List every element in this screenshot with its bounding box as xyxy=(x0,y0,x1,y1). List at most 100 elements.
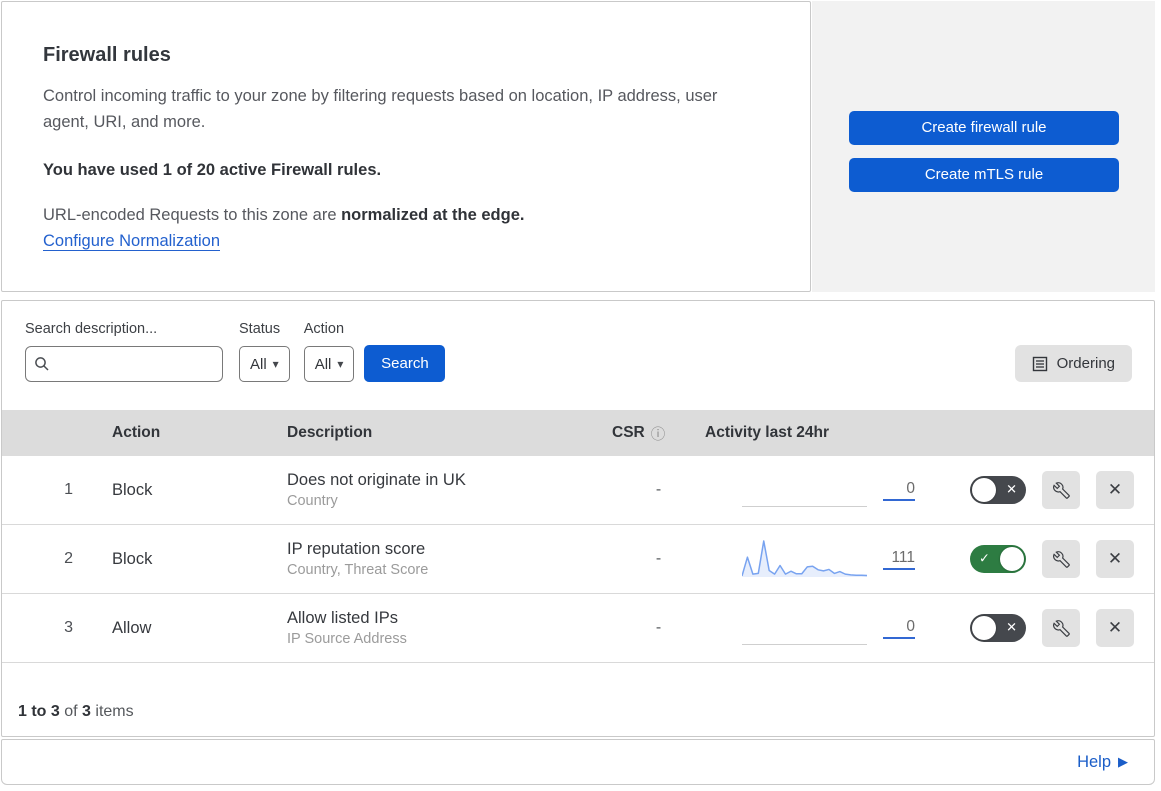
rule-action: Block xyxy=(112,549,153,568)
delete-rule-button[interactable]: ✕ xyxy=(1096,471,1134,509)
rule-description: Does not originate in UK xyxy=(287,471,466,489)
edit-rule-button[interactable] xyxy=(1042,471,1080,509)
rule-priority: 1 xyxy=(64,481,73,498)
search-input[interactable] xyxy=(57,355,214,373)
wrench-icon xyxy=(1052,481,1070,499)
toggle-state-icon: ✕ xyxy=(1006,481,1017,497)
table-header: Action Description CSR ⓘ Activity last 2… xyxy=(2,410,1154,456)
edit-rule-button[interactable] xyxy=(1042,540,1080,578)
csr-column-header: CSR ⓘ xyxy=(612,423,705,444)
rule-controls: ✕ ✕ xyxy=(957,471,1154,509)
rule-action: Allow xyxy=(112,618,152,637)
table-row: 1 Block Does not originate in UK Country… xyxy=(2,456,1154,525)
activity-count-link[interactable]: 111 xyxy=(883,549,915,570)
help-arrow-icon: ▶ xyxy=(1118,754,1128,769)
rule-controls: ✕ ✕ xyxy=(957,609,1154,647)
rule-csr: - xyxy=(655,550,662,567)
action-label: Action xyxy=(303,321,345,337)
status-dropdown[interactable]: All ▾ xyxy=(239,346,290,382)
rule-enabled-toggle[interactable]: ✓ xyxy=(970,545,1026,573)
status-label: Status xyxy=(239,321,281,337)
rule-csr: - xyxy=(655,619,662,636)
pagination-summary: 1 to 3 of 3 items xyxy=(2,663,1154,736)
ordering-button[interactable]: Ordering xyxy=(1014,345,1132,382)
wrench-icon xyxy=(1052,619,1070,637)
normalization-text-bold: normalized at the edge. xyxy=(341,205,525,224)
help-link-label: Help xyxy=(1077,752,1111,771)
help-strip: Help ▶ xyxy=(1,739,1155,785)
rule-fields: Country, Threat Score xyxy=(287,562,429,578)
action-dropdown[interactable]: All ▾ xyxy=(303,346,355,382)
status-dropdown-value: All xyxy=(250,355,267,373)
activity-count-link[interactable]: 0 xyxy=(883,480,915,501)
toggle-knob xyxy=(972,478,996,502)
delete-rule-button[interactable]: ✕ xyxy=(1096,609,1134,647)
ordering-list-icon xyxy=(1032,356,1047,371)
create-mtls-rule-button[interactable]: Create mTLS rule xyxy=(849,158,1119,192)
rule-activity-cell: 111 xyxy=(705,537,957,581)
close-icon: ✕ xyxy=(1107,549,1123,568)
create-firewall-rule-button[interactable]: Create firewall rule xyxy=(849,111,1119,145)
rule-priority: 3 xyxy=(64,619,73,636)
rule-enabled-toggle[interactable]: ✕ xyxy=(970,614,1026,642)
pagination-items-label: items xyxy=(90,703,134,720)
activity-count-link[interactable]: 0 xyxy=(883,618,915,639)
search-button[interactable]: Search xyxy=(364,345,446,382)
help-link[interactable]: Help ▶ xyxy=(1077,753,1128,772)
rule-csr: - xyxy=(655,481,662,498)
pagination-of: of xyxy=(59,703,83,720)
search-icon xyxy=(35,357,49,371)
delete-rule-button[interactable]: ✕ xyxy=(1096,540,1134,578)
pagination-range: 1 to 3 xyxy=(18,703,60,720)
rule-description: IP reputation score xyxy=(287,540,426,558)
rule-description-cell: IP reputation score Country, Threat Scor… xyxy=(287,540,612,578)
action-dropdown-value: All xyxy=(314,355,332,373)
toggle-state-icon: ✓ xyxy=(979,550,990,566)
activity-column-header: Activity last 24hr xyxy=(705,424,830,441)
activity-sparkline xyxy=(742,468,867,512)
usage-summary: You have used 1 of 20 active Firewall ru… xyxy=(43,160,382,179)
activity-sparkline xyxy=(742,606,867,650)
csr-column-label: CSR xyxy=(612,424,645,441)
search-label: Search description... xyxy=(25,321,158,337)
rule-description: Allow listed IPs xyxy=(287,609,398,627)
toggle-knob xyxy=(1000,547,1024,571)
rule-description-cell: Allow listed IPs IP Source Address xyxy=(287,609,612,647)
wrench-icon xyxy=(1052,550,1070,568)
close-icon: ✕ xyxy=(1107,480,1123,499)
rule-enabled-toggle[interactable]: ✕ xyxy=(970,476,1026,504)
rules-card: Search description... Status All ▾ Actio… xyxy=(1,300,1155,737)
toggle-knob xyxy=(972,616,996,640)
rule-activity-cell: 0 xyxy=(705,606,957,650)
edit-rule-button[interactable] xyxy=(1042,609,1080,647)
filter-bar: Search description... Status All ▾ Actio… xyxy=(2,301,1154,410)
toggle-state-icon: ✕ xyxy=(1006,619,1017,635)
chevron-down-icon: ▾ xyxy=(337,357,344,371)
search-group: Search description... xyxy=(25,321,223,382)
firewall-rules-page: Firewall rules Control incoming traffic … xyxy=(0,0,1156,785)
rule-action: Block xyxy=(112,480,153,499)
rule-description-cell: Does not originate in UK Country xyxy=(287,471,612,509)
action-filter-group: Action All ▾ xyxy=(303,321,355,382)
configure-normalization-link[interactable]: Configure Normalization xyxy=(43,232,220,251)
normalization-text: URL-encoded Requests to this zone are no… xyxy=(43,206,760,225)
rule-fields: IP Source Address xyxy=(287,631,407,647)
table-row: 2 Block IP reputation score Country, Thr… xyxy=(2,525,1154,594)
action-column-header: Action xyxy=(112,424,161,441)
top-section: Firewall rules Control incoming traffic … xyxy=(1,1,1155,292)
rule-priority: 2 xyxy=(64,550,73,567)
page-title: Firewall rules xyxy=(43,44,171,66)
table-row: 3 Allow Allow listed IPs IP Source Addre… xyxy=(2,594,1154,663)
rule-fields: Country xyxy=(287,493,338,509)
ordering-button-label: Ordering xyxy=(1056,355,1115,372)
description-column-header: Description xyxy=(287,424,373,441)
normalization-text-plain: URL-encoded Requests to this zone are xyxy=(43,205,342,224)
status-filter-group: Status All ▾ xyxy=(239,321,290,382)
close-icon: ✕ xyxy=(1107,618,1123,637)
search-box xyxy=(25,346,223,382)
info-icon[interactable]: ⓘ xyxy=(651,423,666,444)
page-description: Control incoming traffic to your zone by… xyxy=(43,87,718,132)
intro-card: Firewall rules Control incoming traffic … xyxy=(1,1,811,292)
rule-activity-cell: 0 xyxy=(705,468,957,512)
pagination-total: 3 xyxy=(82,703,91,720)
